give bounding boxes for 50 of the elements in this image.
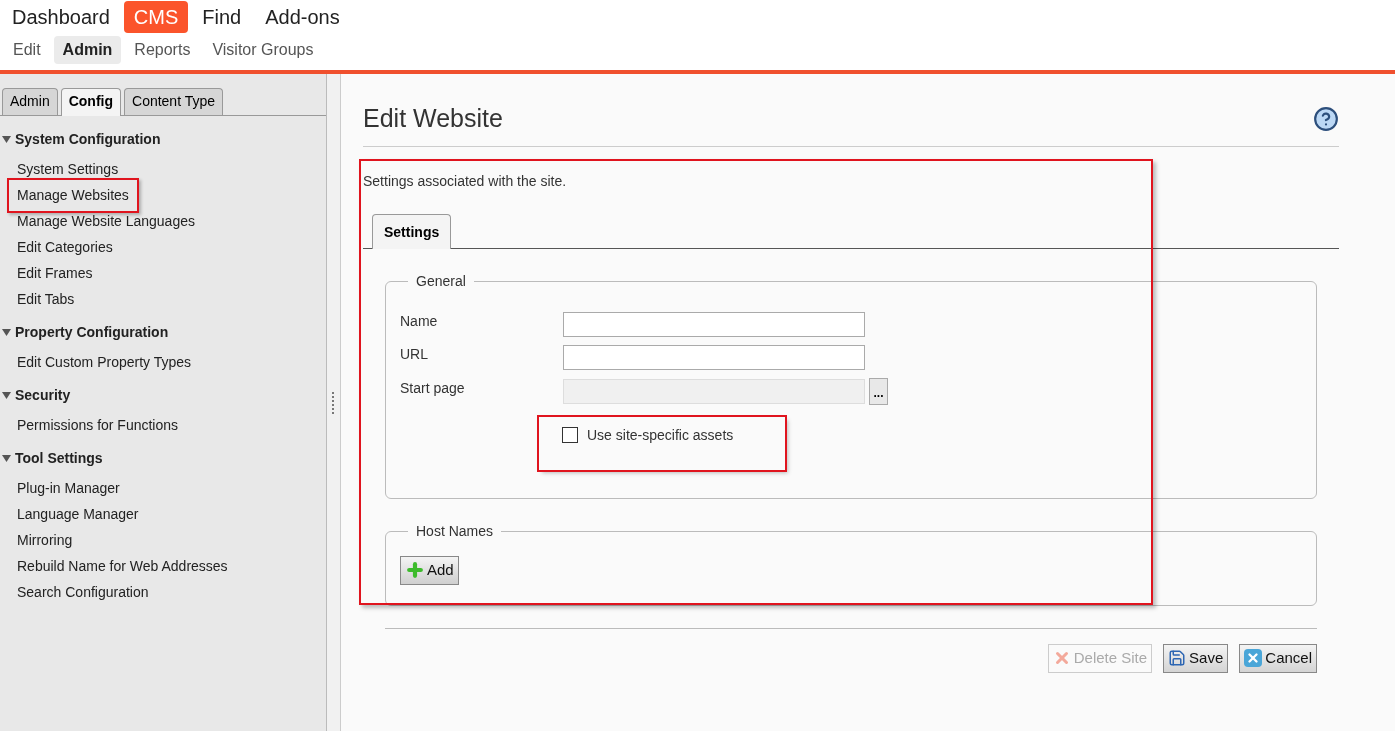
plus-icon: [405, 560, 425, 580]
sidebar-link[interactable]: Rebuild Name for Web Addresses: [17, 555, 228, 577]
top-nav-link[interactable]: Add-ons: [255, 1, 350, 33]
fieldset-legend: General: [408, 270, 474, 292]
sub-nav-link[interactable]: Edit: [4, 36, 50, 64]
fieldset-legend: Host Names: [408, 520, 502, 542]
sidebar-link[interactable]: Edit Tabs: [17, 288, 75, 310]
sidebar-link[interactable]: Edit Custom Property Types: [17, 351, 192, 373]
top-nav-link[interactable]: Find: [192, 1, 252, 33]
triangle-icon[interactable]: [2, 328, 11, 337]
help-icon[interactable]: [1313, 105, 1339, 132]
field-label: URL: [400, 344, 429, 364]
text-field[interactable]: [563, 344, 865, 370]
save-button[interactable]: Save: [1163, 643, 1229, 673]
sidebar-tab[interactable]: Config: [60, 88, 121, 116]
sidebar-link[interactable]: Permissions for Functions: [17, 414, 179, 436]
section-heading: Security: [15, 386, 71, 405]
description-text: Settings associated with the site.: [363, 171, 568, 191]
field-label: Name: [400, 311, 439, 331]
sidebar-link[interactable]: System Settings: [17, 158, 119, 180]
sidebar-link[interactable]: Edit Categories: [17, 236, 113, 258]
add-button[interactable]: Add: [400, 555, 459, 585]
sidebar-tab[interactable]: Admin: [2, 88, 58, 115]
cancel-button[interactable]: Cancel: [1239, 643, 1317, 673]
triangle-icon[interactable]: [2, 391, 11, 400]
text-field[interactable]: [563, 311, 865, 337]
checkbox[interactable]: [562, 427, 578, 443]
field-label: Start page: [400, 378, 466, 398]
grip-icon[interactable]: [332, 391, 335, 414]
triangle-icon[interactable]: [2, 135, 11, 144]
sidebar-link[interactable]: Manage Website Languages: [17, 210, 195, 232]
sub-nav-link[interactable]: Reports: [125, 36, 200, 64]
section-heading: Tool Settings: [15, 449, 103, 468]
section-heading: Property Configuration: [15, 323, 169, 342]
sidebar-link[interactable]: Mirroring: [17, 529, 73, 551]
sub-nav-link[interactable]: Admin: [53, 36, 122, 64]
sidebar-link[interactable]: Plug-in Manager: [17, 477, 120, 499]
page-title: Edit Website: [363, 103, 503, 134]
sidebar-link[interactable]: Language Manager: [17, 503, 139, 525]
settings-tab[interactable]: Settings: [372, 213, 452, 249]
sidebar-tab[interactable]: Content Type: [124, 88, 224, 115]
sidebar-link[interactable]: Manage Websites: [7, 177, 139, 213]
sidebar-link[interactable]: Edit Frames: [17, 262, 93, 284]
sub-nav-link[interactable]: Visitor Groups: [203, 36, 323, 64]
checkbox-label: Use site-specific assets: [587, 425, 734, 445]
triangle-icon[interactable]: [2, 454, 11, 463]
cross-icon: [1244, 649, 1263, 667]
sidebar-link[interactable]: Search Configuration: [17, 581, 149, 603]
section-heading: System Configuration: [15, 130, 161, 149]
top-nav-link[interactable]: Dashboard: [2, 1, 120, 33]
